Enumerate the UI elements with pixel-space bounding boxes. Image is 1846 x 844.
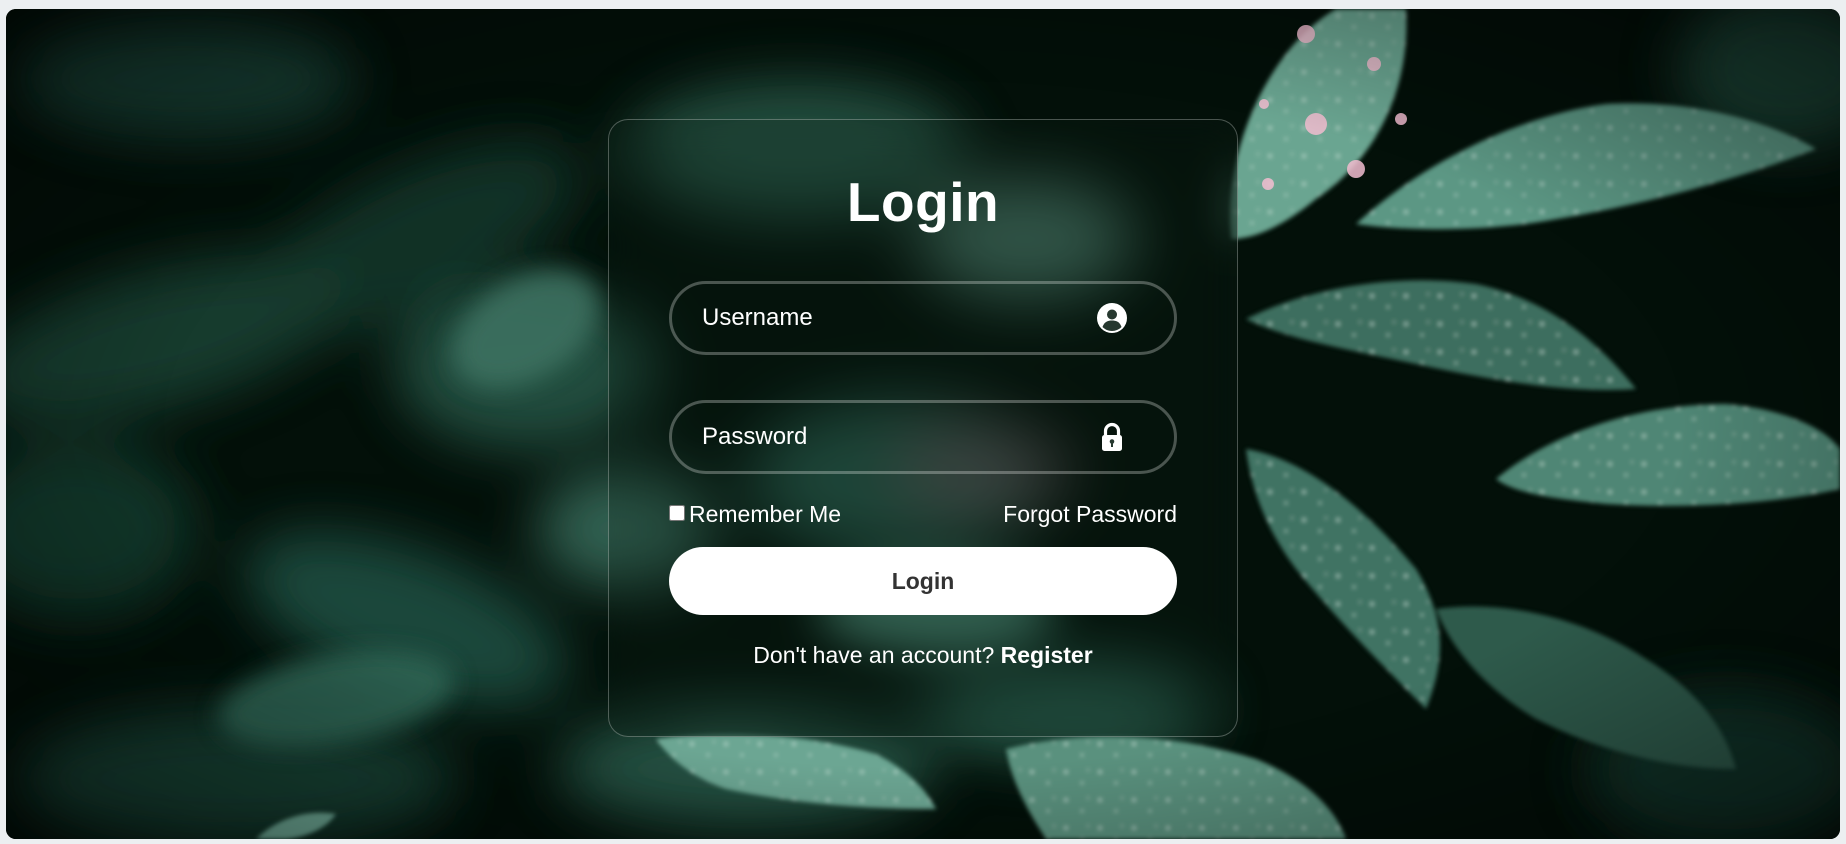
lock-icon <box>1096 421 1128 453</box>
register-prompt-text: Don't have an account? <box>753 642 995 668</box>
register-link[interactable]: Register <box>1001 642 1093 668</box>
login-card: Login Username Remember Me Forgot Passwo… <box>608 119 1238 737</box>
login-button[interactable]: Login <box>669 547 1177 615</box>
forgot-password-link[interactable]: Forgot Password <box>1003 501 1177 528</box>
remember-me-label: Remember Me <box>689 501 842 527</box>
login-title: Login <box>846 171 1000 233</box>
page-frame: Login Username Remember Me Forgot Passwo… <box>6 9 1840 839</box>
user-circle-icon <box>1096 302 1128 334</box>
register-prompt: Don't have an account? Register <box>609 642 1237 669</box>
password-field[interactable] <box>669 400 1177 474</box>
login-options: Remember Me Forgot Password <box>669 501 1177 531</box>
username-field[interactable] <box>669 281 1177 355</box>
remember-me-checkbox[interactable] <box>669 504 685 521</box>
remember-me[interactable]: Remember Me <box>669 501 841 528</box>
